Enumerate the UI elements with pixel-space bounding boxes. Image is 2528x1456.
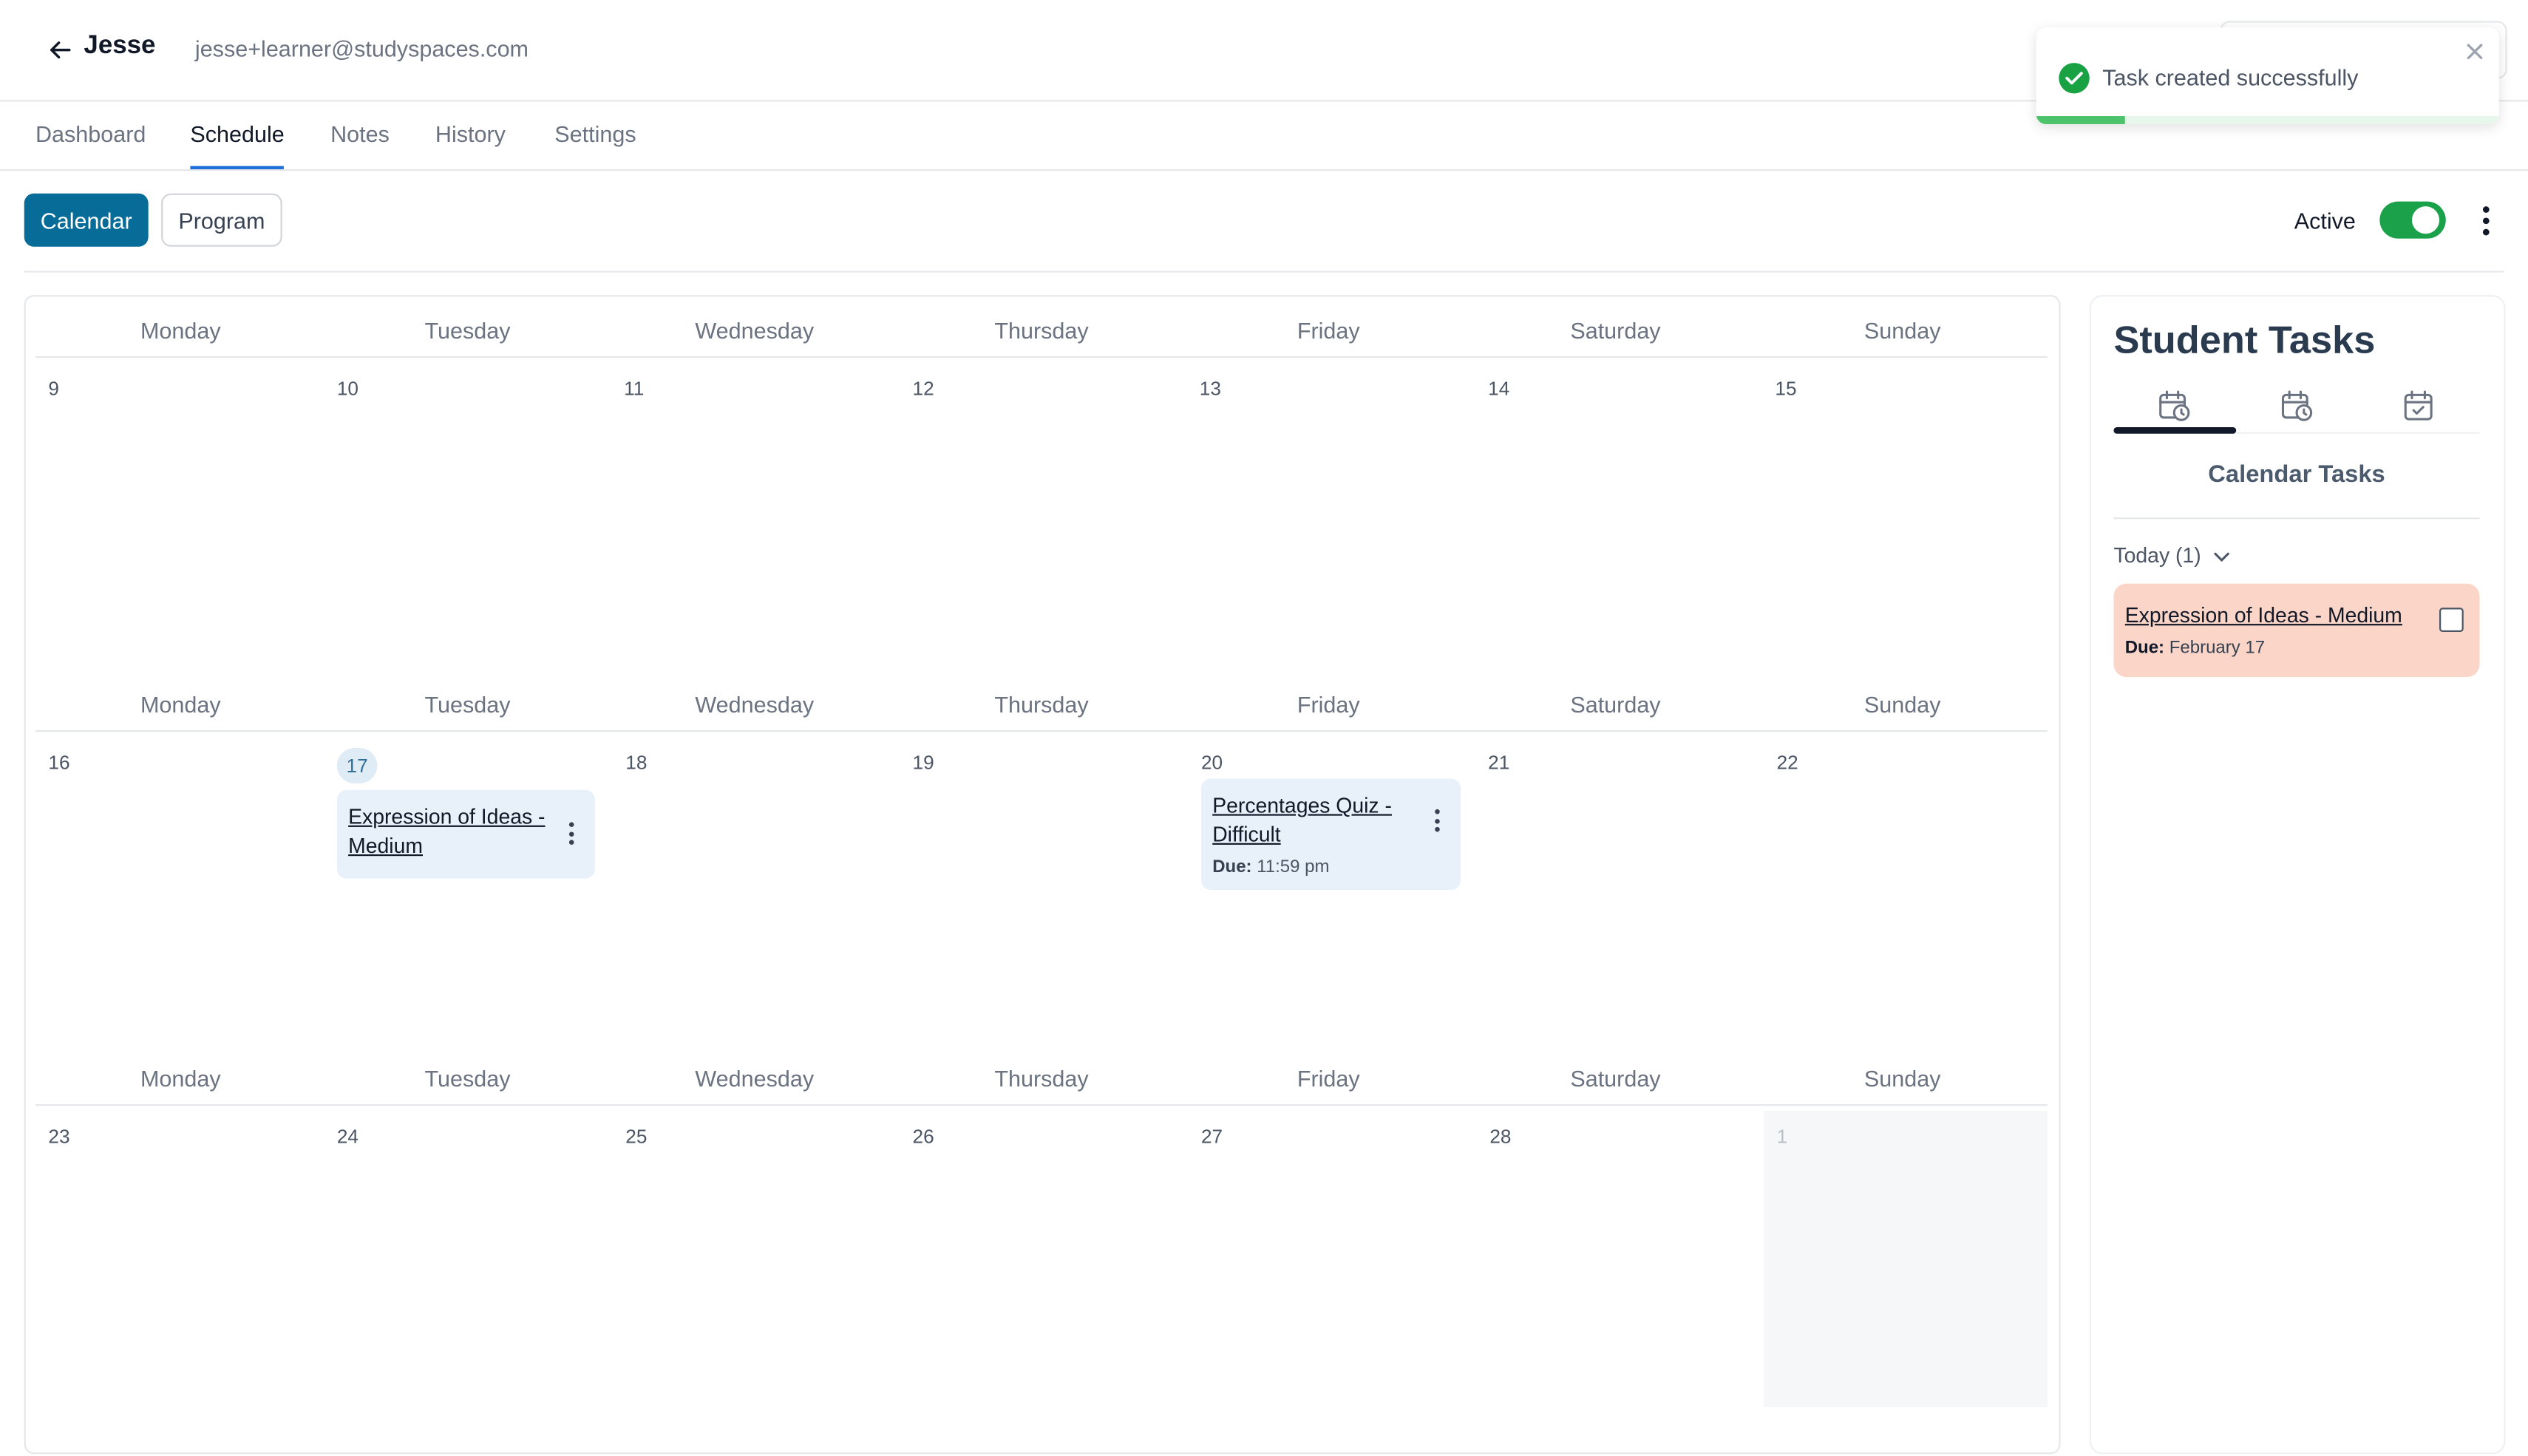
toast-progress-bar — [2036, 116, 2124, 124]
task-card — [2113, 583, 2480, 678]
tab-settings[interactable]: Settings — [554, 121, 636, 147]
weekday-header: Friday — [1297, 691, 1360, 718]
day-number[interactable]: 12 — [913, 377, 934, 400]
tab-history[interactable]: History — [435, 121, 506, 147]
week-divider — [35, 1104, 2048, 1106]
toggle-knob — [2411, 206, 2440, 234]
back-arrow-icon[interactable] — [45, 35, 74, 64]
weekday-header: Friday — [1297, 1065, 1360, 1092]
day-number[interactable]: 15 — [1775, 377, 1796, 400]
weekday-header: Tuesday — [424, 1065, 511, 1092]
weekday-header: Sunday — [1863, 317, 1941, 344]
more-options-icon[interactable] — [2472, 203, 2501, 239]
day-number[interactable]: 1 — [1777, 1125, 1788, 1148]
toast-message: Task created successfully — [2102, 64, 2359, 91]
weekday-header: Monday — [140, 1065, 221, 1092]
day-number[interactable]: 24 — [337, 1125, 359, 1148]
day-number[interactable]: 27 — [1201, 1125, 1223, 1148]
chevron-down-icon — [2214, 543, 2230, 568]
weekday-header: Wednesday — [695, 691, 815, 718]
close-icon[interactable] — [2464, 41, 2487, 64]
tab-dashboard[interactable]: Dashboard — [35, 121, 146, 147]
event-title[interactable]: Percentages Quiz - Difficult — [1212, 792, 1418, 850]
active-toggle[interactable] — [2379, 201, 2446, 239]
weekday-header: Sunday — [1863, 691, 1941, 718]
success-toast: Task created successfully — [2036, 27, 2499, 124]
toolbar-divider — [24, 271, 2504, 273]
event-menu-icon[interactable] — [1430, 809, 1443, 832]
calendar-clock-icon[interactable] — [2280, 389, 2315, 424]
today-group-label: Today (1) — [2113, 543, 2201, 568]
week-divider — [35, 730, 2048, 732]
task-due-label: Due: — [2124, 638, 2165, 658]
active-label: Active — [2294, 208, 2356, 234]
calendar-grid — [24, 295, 2061, 1455]
weekday-header: Thursday — [994, 1065, 1089, 1092]
day-number[interactable]: 10 — [337, 377, 359, 400]
weekday-header: Wednesday — [695, 1065, 815, 1092]
weekday-header: Tuesday — [424, 691, 511, 718]
week-divider — [35, 356, 2048, 358]
weekday-header: Thursday — [994, 691, 1089, 718]
task-due-value: February 17 — [2169, 638, 2266, 658]
day-number[interactable]: 9 — [48, 377, 59, 400]
day-number[interactable]: 14 — [1488, 377, 1509, 400]
weekday-header: Saturday — [1570, 317, 1661, 344]
day-number[interactable]: 19 — [913, 751, 934, 774]
day-number[interactable]: 25 — [625, 1125, 647, 1148]
outside-month-day-cell — [1764, 1110, 2048, 1408]
day-number[interactable]: 26 — [913, 1125, 934, 1148]
event-due: Due: 11:59 pm — [1212, 857, 1329, 877]
event-title[interactable]: Expression of Ideas - Medium — [348, 803, 551, 861]
panel-title: Student Tasks — [2113, 319, 2376, 363]
tab-schedule[interactable]: Schedule — [190, 121, 284, 147]
day-number[interactable]: 28 — [1489, 1125, 1511, 1148]
student-email: jesse+learner@studyspaces.com — [194, 35, 529, 61]
weekday-header: Saturday — [1570, 691, 1661, 718]
weekday-header: Saturday — [1570, 1065, 1661, 1092]
panel-subtitle: Calendar Tasks — [2208, 460, 2385, 489]
today-badge[interactable]: 17 — [336, 748, 378, 784]
weekday-header: Tuesday — [424, 317, 511, 344]
tab-notes[interactable]: Notes — [330, 121, 390, 147]
program-view-button[interactable]: Program — [161, 193, 282, 247]
day-number[interactable]: 23 — [48, 1125, 69, 1148]
event-due-label: Due: — [1212, 857, 1252, 877]
calendar-check-icon[interactable] — [2401, 389, 2436, 424]
task-complete-checkbox[interactable] — [2439, 608, 2464, 633]
event-due-value: 11:59 pm — [1257, 857, 1330, 877]
check-circle-icon — [2059, 63, 2090, 94]
day-number[interactable]: 22 — [1777, 751, 1798, 774]
day-number[interactable]: 18 — [625, 751, 647, 774]
weekday-header: Sunday — [1863, 1065, 1941, 1092]
weekday-header: Monday — [140, 317, 221, 344]
active-panel-tab-indicator — [2113, 426, 2237, 434]
day-number[interactable]: 20 — [1201, 751, 1223, 774]
weekday-header: Monday — [140, 691, 221, 718]
task-title[interactable]: Expression of Ideas - Medium — [2125, 603, 2402, 627]
weekday-header: Thursday — [994, 317, 1089, 344]
task-due: Due: February 17 — [2125, 639, 2265, 658]
event-menu-icon[interactable] — [564, 822, 577, 845]
panel-divider — [2113, 517, 2480, 520]
student-name: Jesse — [84, 32, 156, 60]
calendar-view-button[interactable]: Calendar — [24, 193, 149, 247]
day-number[interactable]: 11 — [624, 377, 644, 400]
weekday-header: Wednesday — [695, 317, 815, 344]
weekday-header: Friday — [1297, 317, 1360, 344]
day-number[interactable]: 13 — [1200, 377, 1221, 400]
today-group-toggle[interactable]: Today (1) — [2113, 543, 2230, 568]
calendar-clock-icon[interactable] — [2157, 389, 2192, 424]
day-number[interactable]: 21 — [1488, 751, 1509, 774]
day-number[interactable]: 16 — [48, 751, 69, 774]
active-tab-indicator — [190, 166, 284, 170]
